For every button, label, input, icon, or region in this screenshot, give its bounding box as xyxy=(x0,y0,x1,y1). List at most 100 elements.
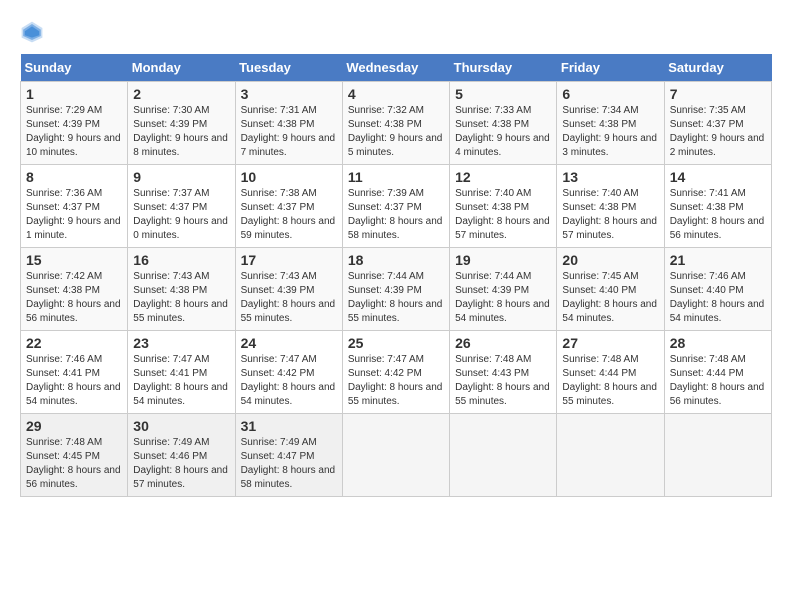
day-info: Sunrise: 7:44 AMSunset: 4:39 PMDaylight:… xyxy=(455,270,551,326)
calendar-table: Sunday Monday Tuesday Wednesday Thursday… xyxy=(20,54,772,497)
day-info: Sunrise: 7:47 AMSunset: 4:41 PMDaylight:… xyxy=(133,353,229,409)
calendar-cell: 28 Sunrise: 7:48 AMSunset: 4:44 PMDaylig… xyxy=(664,331,771,414)
page-header xyxy=(20,20,772,44)
day-info: Sunrise: 7:45 AMSunset: 4:40 PMDaylight:… xyxy=(562,270,658,326)
calendar-cell: 2 Sunrise: 7:30 AMSunset: 4:39 PMDayligh… xyxy=(128,82,235,165)
day-number: 10 xyxy=(241,169,337,185)
header-thursday: Thursday xyxy=(450,54,557,82)
logo-icon xyxy=(20,20,44,44)
day-number: 2 xyxy=(133,86,229,102)
day-number: 21 xyxy=(670,252,766,268)
day-number: 9 xyxy=(133,169,229,185)
week-row-5: 29 Sunrise: 7:48 AMSunset: 4:45 PMDaylig… xyxy=(21,414,772,497)
calendar-cell: 6 Sunrise: 7:34 AMSunset: 4:38 PMDayligh… xyxy=(557,82,664,165)
calendar-cell xyxy=(342,414,449,497)
header-monday: Monday xyxy=(128,54,235,82)
calendar-cell: 1 Sunrise: 7:29 AMSunset: 4:39 PMDayligh… xyxy=(21,82,128,165)
day-number: 8 xyxy=(26,169,122,185)
calendar-cell: 26 Sunrise: 7:48 AMSunset: 4:43 PMDaylig… xyxy=(450,331,557,414)
week-row-2: 8 Sunrise: 7:36 AMSunset: 4:37 PMDayligh… xyxy=(21,165,772,248)
calendar-cell: 4 Sunrise: 7:32 AMSunset: 4:38 PMDayligh… xyxy=(342,82,449,165)
header-sunday: Sunday xyxy=(21,54,128,82)
day-info: Sunrise: 7:34 AMSunset: 4:38 PMDaylight:… xyxy=(562,104,658,160)
calendar-cell xyxy=(450,414,557,497)
day-info: Sunrise: 7:46 AMSunset: 4:41 PMDaylight:… xyxy=(26,353,122,409)
calendar-cell: 7 Sunrise: 7:35 AMSunset: 4:37 PMDayligh… xyxy=(664,82,771,165)
day-number: 13 xyxy=(562,169,658,185)
day-number: 14 xyxy=(670,169,766,185)
day-number: 11 xyxy=(348,169,444,185)
day-info: Sunrise: 7:48 AMSunset: 4:44 PMDaylight:… xyxy=(670,353,766,409)
day-number: 29 xyxy=(26,418,122,434)
calendar-cell: 31 Sunrise: 7:49 AMSunset: 4:47 PMDaylig… xyxy=(235,414,342,497)
day-number: 30 xyxy=(133,418,229,434)
day-number: 26 xyxy=(455,335,551,351)
day-number: 18 xyxy=(348,252,444,268)
calendar-cell: 5 Sunrise: 7:33 AMSunset: 4:38 PMDayligh… xyxy=(450,82,557,165)
day-info: Sunrise: 7:30 AMSunset: 4:39 PMDaylight:… xyxy=(133,104,229,160)
day-number: 3 xyxy=(241,86,337,102)
day-info: Sunrise: 7:38 AMSunset: 4:37 PMDaylight:… xyxy=(241,187,337,243)
week-row-3: 15 Sunrise: 7:42 AMSunset: 4:38 PMDaylig… xyxy=(21,248,772,331)
calendar-cell: 21 Sunrise: 7:46 AMSunset: 4:40 PMDaylig… xyxy=(664,248,771,331)
day-number: 24 xyxy=(241,335,337,351)
day-info: Sunrise: 7:29 AMSunset: 4:39 PMDaylight:… xyxy=(26,104,122,160)
calendar-cell: 23 Sunrise: 7:47 AMSunset: 4:41 PMDaylig… xyxy=(128,331,235,414)
calendar-cell: 22 Sunrise: 7:46 AMSunset: 4:41 PMDaylig… xyxy=(21,331,128,414)
calendar-cell: 17 Sunrise: 7:43 AMSunset: 4:39 PMDaylig… xyxy=(235,248,342,331)
day-info: Sunrise: 7:40 AMSunset: 4:38 PMDaylight:… xyxy=(455,187,551,243)
day-info: Sunrise: 7:47 AMSunset: 4:42 PMDaylight:… xyxy=(241,353,337,409)
day-info: Sunrise: 7:44 AMSunset: 4:39 PMDaylight:… xyxy=(348,270,444,326)
calendar-cell: 13 Sunrise: 7:40 AMSunset: 4:38 PMDaylig… xyxy=(557,165,664,248)
day-info: Sunrise: 7:36 AMSunset: 4:37 PMDaylight:… xyxy=(26,187,122,243)
day-number: 25 xyxy=(348,335,444,351)
days-header-row: Sunday Monday Tuesday Wednesday Thursday… xyxy=(21,54,772,82)
week-row-4: 22 Sunrise: 7:46 AMSunset: 4:41 PMDaylig… xyxy=(21,331,772,414)
day-info: Sunrise: 7:40 AMSunset: 4:38 PMDaylight:… xyxy=(562,187,658,243)
day-number: 20 xyxy=(562,252,658,268)
day-number: 28 xyxy=(670,335,766,351)
day-info: Sunrise: 7:35 AMSunset: 4:37 PMDaylight:… xyxy=(670,104,766,160)
day-info: Sunrise: 7:49 AMSunset: 4:46 PMDaylight:… xyxy=(133,436,229,492)
day-info: Sunrise: 7:43 AMSunset: 4:38 PMDaylight:… xyxy=(133,270,229,326)
calendar-cell: 16 Sunrise: 7:43 AMSunset: 4:38 PMDaylig… xyxy=(128,248,235,331)
day-number: 17 xyxy=(241,252,337,268)
day-number: 7 xyxy=(670,86,766,102)
day-number: 27 xyxy=(562,335,658,351)
day-info: Sunrise: 7:42 AMSunset: 4:38 PMDaylight:… xyxy=(26,270,122,326)
day-info: Sunrise: 7:48 AMSunset: 4:45 PMDaylight:… xyxy=(26,436,122,492)
calendar-cell: 29 Sunrise: 7:48 AMSunset: 4:45 PMDaylig… xyxy=(21,414,128,497)
header-saturday: Saturday xyxy=(664,54,771,82)
day-info: Sunrise: 7:46 AMSunset: 4:40 PMDaylight:… xyxy=(670,270,766,326)
calendar-cell: 11 Sunrise: 7:39 AMSunset: 4:37 PMDaylig… xyxy=(342,165,449,248)
day-info: Sunrise: 7:43 AMSunset: 4:39 PMDaylight:… xyxy=(241,270,337,326)
day-number: 1 xyxy=(26,86,122,102)
week-row-1: 1 Sunrise: 7:29 AMSunset: 4:39 PMDayligh… xyxy=(21,82,772,165)
calendar-cell: 27 Sunrise: 7:48 AMSunset: 4:44 PMDaylig… xyxy=(557,331,664,414)
day-info: Sunrise: 7:48 AMSunset: 4:44 PMDaylight:… xyxy=(562,353,658,409)
header-friday: Friday xyxy=(557,54,664,82)
day-info: Sunrise: 7:47 AMSunset: 4:42 PMDaylight:… xyxy=(348,353,444,409)
calendar-cell: 10 Sunrise: 7:38 AMSunset: 4:37 PMDaylig… xyxy=(235,165,342,248)
header-wednesday: Wednesday xyxy=(342,54,449,82)
day-number: 16 xyxy=(133,252,229,268)
calendar-cell xyxy=(664,414,771,497)
calendar-cell: 12 Sunrise: 7:40 AMSunset: 4:38 PMDaylig… xyxy=(450,165,557,248)
calendar-cell: 8 Sunrise: 7:36 AMSunset: 4:37 PMDayligh… xyxy=(21,165,128,248)
day-number: 12 xyxy=(455,169,551,185)
day-info: Sunrise: 7:33 AMSunset: 4:38 PMDaylight:… xyxy=(455,104,551,160)
day-number: 22 xyxy=(26,335,122,351)
day-info: Sunrise: 7:49 AMSunset: 4:47 PMDaylight:… xyxy=(241,436,337,492)
day-info: Sunrise: 7:41 AMSunset: 4:38 PMDaylight:… xyxy=(670,187,766,243)
calendar-cell: 25 Sunrise: 7:47 AMSunset: 4:42 PMDaylig… xyxy=(342,331,449,414)
day-number: 6 xyxy=(562,86,658,102)
calendar-cell: 14 Sunrise: 7:41 AMSunset: 4:38 PMDaylig… xyxy=(664,165,771,248)
calendar-cell: 24 Sunrise: 7:47 AMSunset: 4:42 PMDaylig… xyxy=(235,331,342,414)
calendar-cell: 18 Sunrise: 7:44 AMSunset: 4:39 PMDaylig… xyxy=(342,248,449,331)
calendar-cell: 30 Sunrise: 7:49 AMSunset: 4:46 PMDaylig… xyxy=(128,414,235,497)
day-info: Sunrise: 7:39 AMSunset: 4:37 PMDaylight:… xyxy=(348,187,444,243)
calendar-cell: 19 Sunrise: 7:44 AMSunset: 4:39 PMDaylig… xyxy=(450,248,557,331)
calendar-cell: 9 Sunrise: 7:37 AMSunset: 4:37 PMDayligh… xyxy=(128,165,235,248)
day-info: Sunrise: 7:32 AMSunset: 4:38 PMDaylight:… xyxy=(348,104,444,160)
day-number: 23 xyxy=(133,335,229,351)
